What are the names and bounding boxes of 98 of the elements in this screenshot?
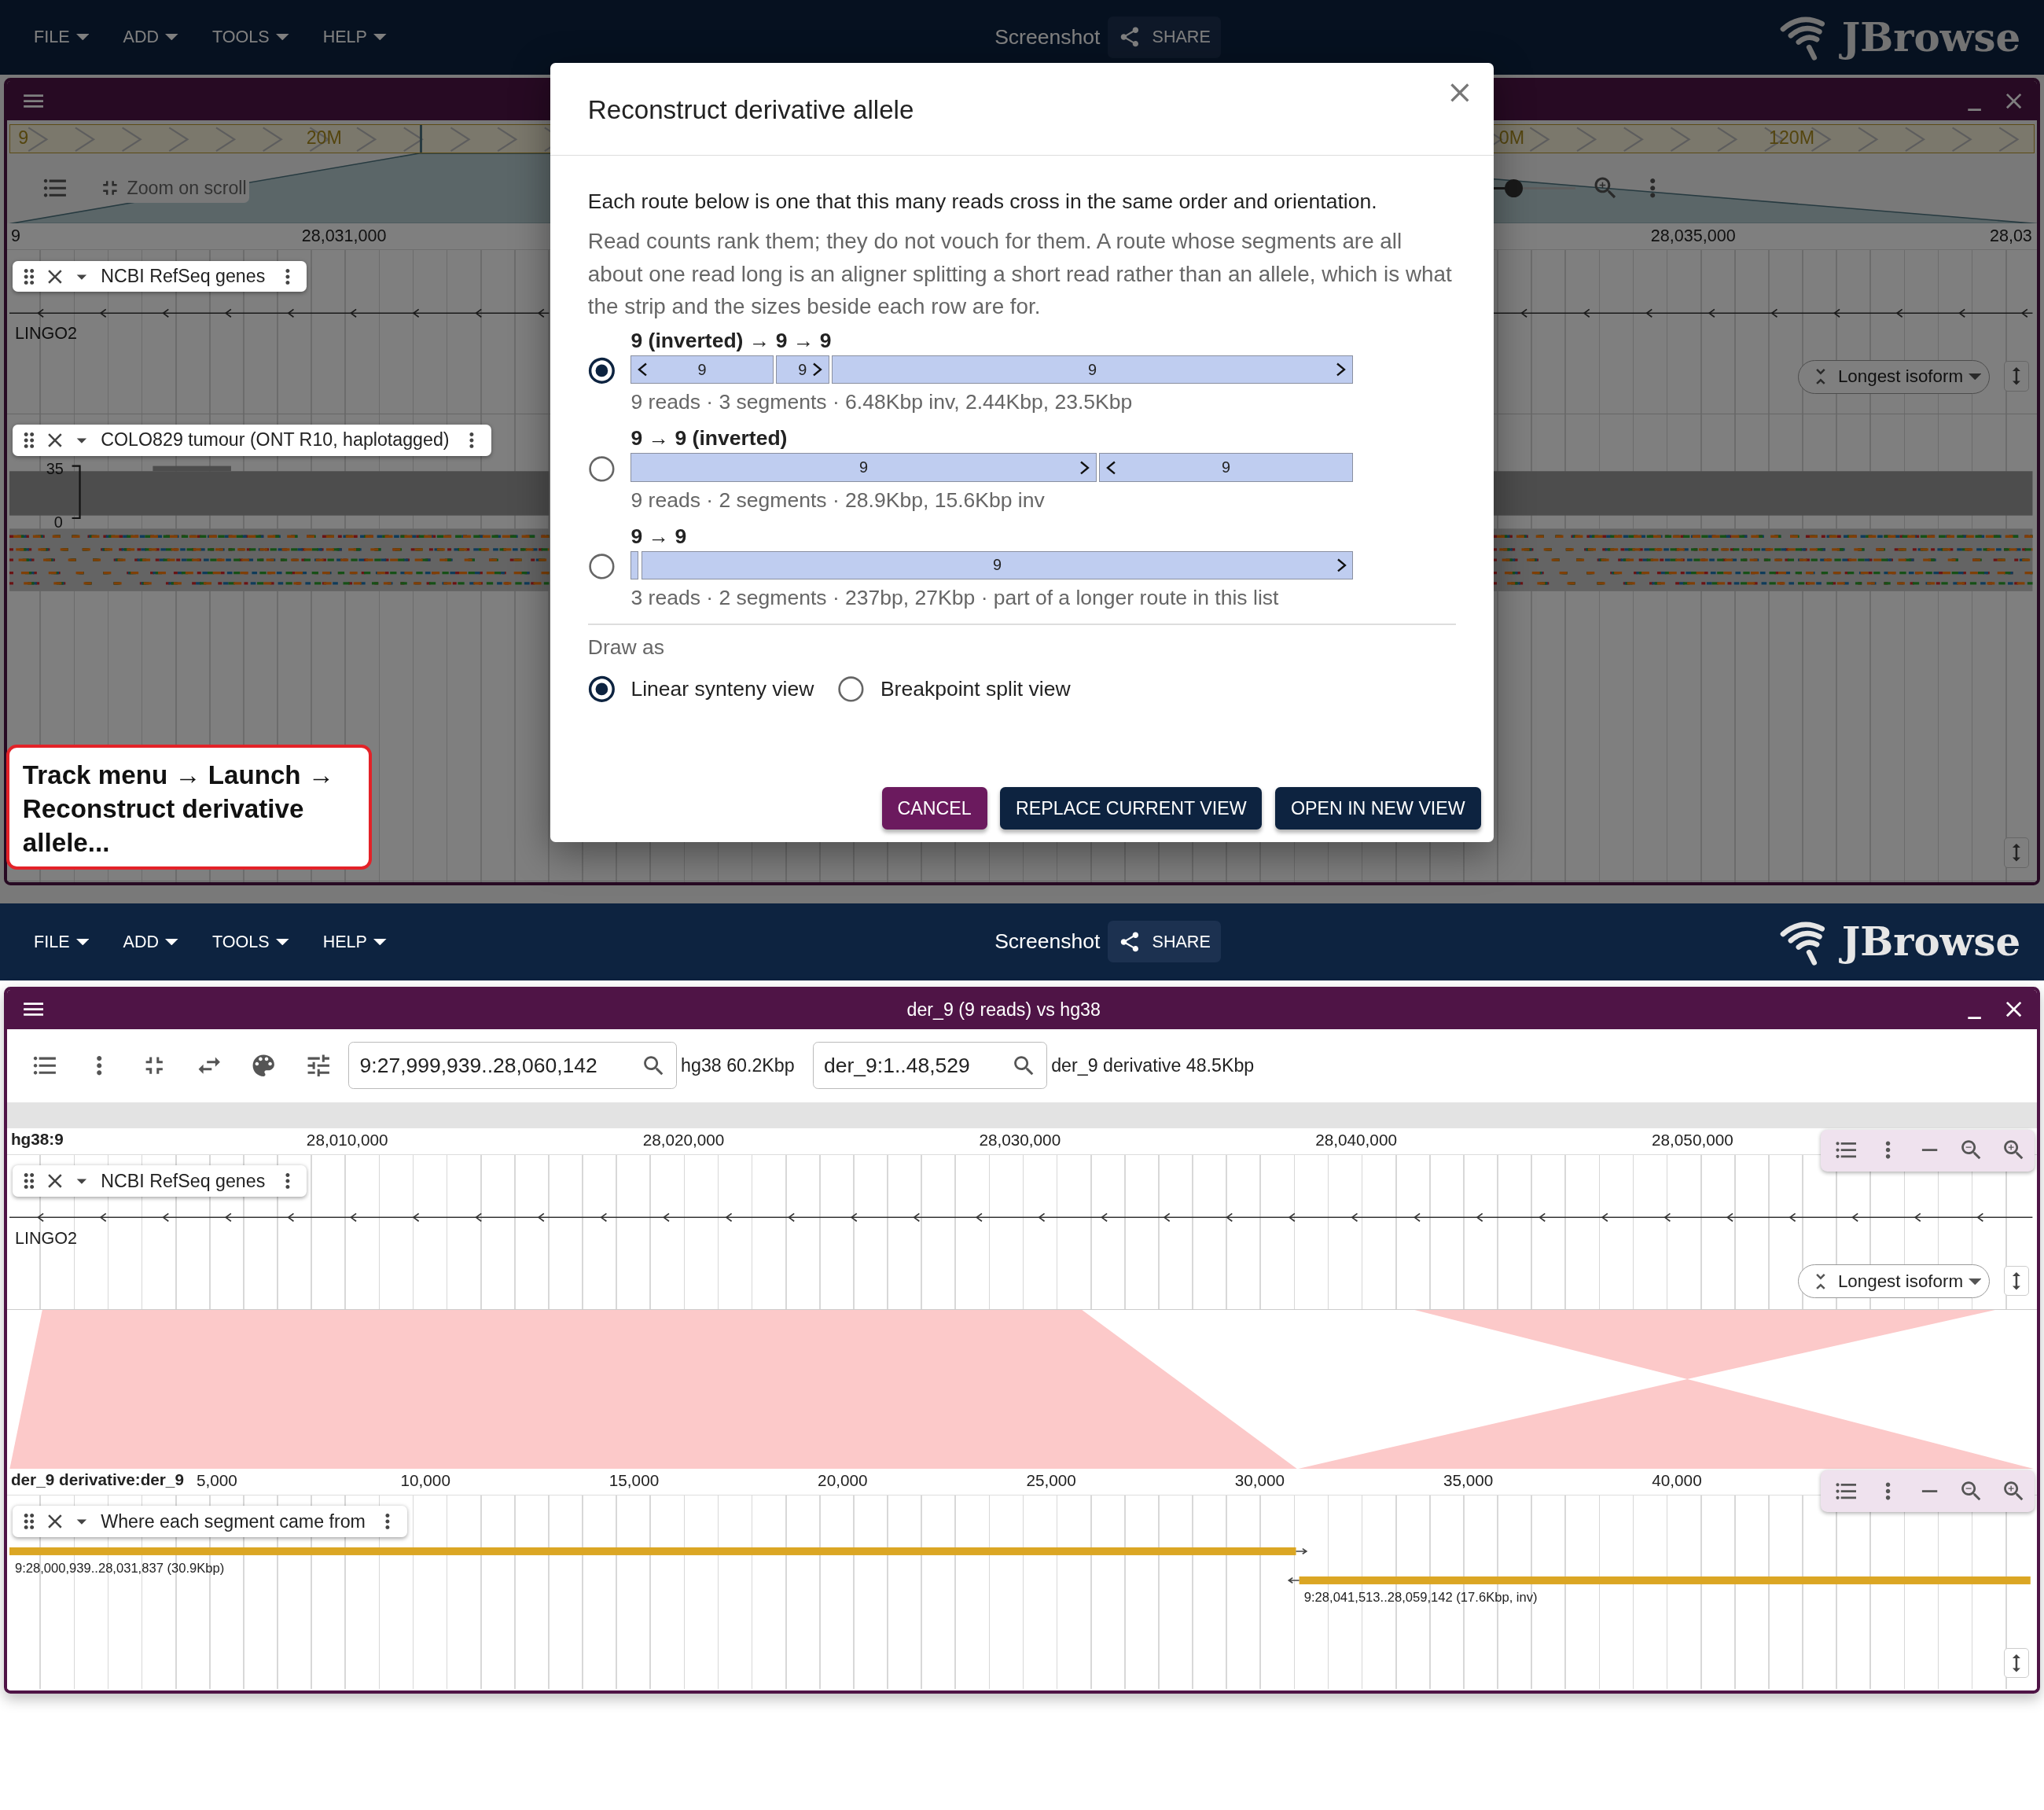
caret-icon: [275, 938, 289, 946]
axis-label: 35: [46, 459, 64, 478]
radio-button[interactable]: [587, 454, 616, 483]
share-button[interactable]: SHARE: [1108, 921, 1222, 963]
segment: 9: [630, 355, 774, 384]
isoform-dropdown[interactable]: Longest isoform: [1798, 1264, 1991, 1299]
menu-button[interactable]: FILE: [20, 924, 103, 960]
cancel-button[interactable]: CANCEL: [881, 787, 987, 830]
segment: 9: [630, 453, 1097, 482]
ruler-label: 35,000: [1443, 1471, 1494, 1491]
screenshot-label: Screenshot: [994, 24, 1101, 50]
track-name: NCBI RefSeq genes: [101, 1170, 266, 1192]
ruler-label: 9: [10, 226, 20, 247]
caret-icon: [275, 34, 289, 41]
radio-button[interactable]: [587, 553, 616, 580]
ruler-label: 40,000: [1652, 1471, 1702, 1491]
menu-button[interactable]: HELP: [310, 924, 400, 960]
track-name: NCBI RefSeq genes: [101, 265, 266, 287]
ruler-label: 20,000: [818, 1471, 868, 1491]
chevron-icon: [1105, 459, 1117, 476]
overview-label: 20M: [306, 127, 342, 149]
gene-label: LINGO2: [14, 1227, 77, 1249]
gene-label: LINGO2: [14, 323, 77, 344]
chevron-icon: [1335, 557, 1347, 573]
segment: 9: [1099, 453, 1354, 482]
callout: Track menu → Launch → Reconstruct derivative allele...: [6, 744, 372, 870]
overview-label: 0M: [1498, 127, 1525, 149]
overview-label: 120M: [1769, 127, 1815, 149]
segment: 9: [775, 355, 829, 384]
ruler-label: 25,000: [1026, 1471, 1076, 1491]
route-label: 9 (inverted) → 9 → 9: [630, 328, 833, 355]
menu-button[interactable]: TOOLS: [199, 19, 303, 56]
menu-button[interactable]: ADD: [110, 19, 192, 56]
overview-label: 9: [18, 127, 29, 149]
location-caption: der_9 derivative 48.5Kbp: [1051, 1054, 1255, 1076]
caret-icon: [75, 34, 90, 41]
menu-button[interactable]: FILE: [20, 19, 103, 56]
ruler-label: 28,030,000: [979, 1131, 1061, 1150]
radio-option[interactable]: Breakpoint split view: [837, 675, 1071, 704]
note-text: Read counts rank them; they do not vouch for them. A route whose segments are all about one read long is an aligner splitting a short read rather than an allele, which is what the strip and the sizes beside each row are for.: [587, 228, 1453, 321]
location-field[interactable]: 9:27,999,939..28,060,142: [348, 1042, 678, 1090]
ruler-label: 28,03: [1989, 226, 2032, 247]
caret-icon: [165, 34, 178, 41]
ruler-label: 30,000: [1234, 1471, 1285, 1491]
chevron-icon: [1335, 362, 1347, 378]
ruler-label: 28,050,000: [1652, 1131, 1733, 1150]
share-button[interactable]: SHARE: [1108, 16, 1222, 58]
route-label: 9 → 9 (inverted): [630, 425, 789, 452]
segment: [630, 550, 639, 580]
chevron-icon: [811, 362, 823, 378]
route-summary: 9 reads · 3 segments · 6.48Kbp inv, 2.44Kbp, 23.5Kbp: [630, 389, 1134, 416]
ruler-label: 10,000: [400, 1471, 450, 1491]
ruler-label: 28,035,000: [1650, 226, 1736, 247]
track-name: COLO829 tumour (ONT R10, haplotagged): [101, 429, 450, 451]
route-summary: 3 reads · 2 segments · 237bp, 27Kbp · part of a longer route in this list: [630, 585, 1280, 612]
axis-label: 0: [53, 513, 63, 532]
caret-icon: [373, 34, 387, 41]
resize-icon[interactable]: [2004, 361, 2029, 392]
view-title: der_9 (9 reads) vs hg38: [906, 999, 1101, 1021]
chevron-icon: [1079, 459, 1091, 476]
radio-icon: [837, 675, 865, 704]
radio-button[interactable]: [587, 357, 616, 385]
caret-icon: [75, 938, 90, 946]
caret-icon: [1968, 373, 1982, 381]
menu-button[interactable]: ADD: [110, 924, 192, 960]
intro-text: Each route below is one that this many reads cross in the same order and orientation.: [587, 189, 1378, 215]
ruler-label: 28,010,000: [306, 1131, 388, 1150]
ruler-label: 5,000: [197, 1471, 237, 1491]
draw-as-label: Draw as: [587, 635, 666, 660]
caret-icon: [373, 938, 387, 946]
caret-icon: [165, 938, 178, 946]
route-summary: 9 reads · 2 segments · 28.9Kbp, 15.6Kbp inv: [630, 487, 1046, 513]
ruler-label: 28,020,000: [642, 1131, 725, 1150]
location-caption: hg38 60.2Kbp: [681, 1054, 795, 1076]
track-name: Where each segment came from: [101, 1510, 366, 1532]
segment: 9: [831, 355, 1353, 384]
feature-label: 9:28,000,939..28,031,837 (30.9Kbp): [14, 1561, 225, 1576]
action-button[interactable]: REPLACE CURRENT VIEW: [1000, 787, 1263, 830]
action-button[interactable]: OPEN IN NEW VIEW: [1275, 787, 1481, 830]
route-label: 9 → 9: [630, 523, 688, 550]
isoform-dropdown[interactable]: Longest isoform: [1798, 359, 1991, 394]
radio-icon: [587, 675, 616, 704]
menu-button[interactable]: TOOLS: [199, 924, 303, 960]
chevron-icon: [637, 362, 649, 378]
resize-icon[interactable]: [2004, 1647, 2029, 1679]
feature-label: 9:28,041,513..28,059,142 (17.6Kbp, inv): [1303, 1589, 1538, 1606]
dialog-title: Reconstruct derivative allele: [587, 95, 915, 126]
ruler-label: 28,040,000: [1315, 1131, 1397, 1150]
segment: 9: [641, 550, 1354, 580]
resize-icon[interactable]: [2004, 837, 2029, 868]
screenshot-label: Screenshot: [994, 929, 1101, 955]
resize-icon[interactable]: [2004, 1266, 2029, 1297]
ruler-label: 28,031,000: [301, 226, 387, 247]
ruler-label: 15,000: [608, 1471, 660, 1491]
menu-button[interactable]: HELP: [310, 19, 400, 56]
caret-icon: [1968, 1278, 1982, 1285]
location-field[interactable]: der_9:1..48,529: [812, 1042, 1048, 1090]
radio-option[interactable]: Linear synteny view: [587, 675, 814, 704]
